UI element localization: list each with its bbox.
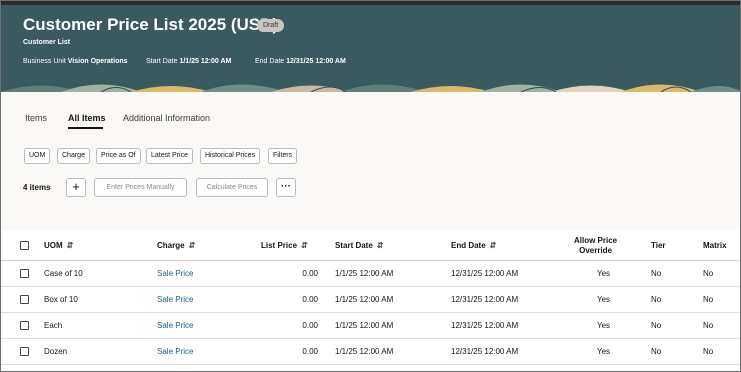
start-date-label: Start Date bbox=[146, 58, 178, 65]
calculate-prices-button[interactable]: Calculate Prices bbox=[196, 178, 268, 197]
allow-override-cell: Yes bbox=[597, 321, 611, 330]
page-subtitle: Customer List bbox=[23, 39, 71, 46]
sort-icon: ⇵ bbox=[188, 241, 196, 250]
column-header-list-price[interactable]: List Price ⇵ bbox=[261, 241, 308, 250]
item-count: 4 items bbox=[23, 183, 51, 192]
charge-link[interactable]: Sale Price bbox=[157, 347, 193, 356]
column-header-end-date[interactable]: End Date ⇵ bbox=[451, 241, 496, 250]
table-row[interactable]: Box of 10 Sale Price 0.00 1/1/25 12:00 A… bbox=[1, 287, 740, 313]
tier-cell: No bbox=[651, 269, 662, 278]
tier-cell: No bbox=[651, 347, 662, 356]
uom-cell: Case of 10 bbox=[44, 269, 83, 278]
tab-additional-information[interactable]: Additional Information bbox=[123, 113, 210, 123]
tier-cell: No bbox=[651, 321, 662, 330]
uom-cell: Dozen bbox=[44, 347, 68, 356]
end-date-cell: 12/31/25 12:00 AM bbox=[451, 295, 519, 304]
banner-leaf-pattern bbox=[1, 77, 740, 92]
matrix-cell: No bbox=[703, 347, 714, 356]
start-date-cell: 1/1/25 12:00 AM bbox=[335, 321, 394, 330]
row-checkbox[interactable] bbox=[20, 347, 29, 356]
allow-override-cell: Yes bbox=[597, 269, 611, 278]
matrix-cell: No bbox=[703, 321, 714, 330]
sort-icon: ⇵ bbox=[376, 241, 384, 250]
filter-filters[interactable]: Filters bbox=[268, 148, 298, 164]
list-price-cell: 0.00 bbox=[302, 295, 318, 304]
start-date-cell: 1/1/25 12:00 AM bbox=[335, 347, 394, 356]
table-row[interactable]: Each Sale Price 0.00 1/1/25 12:00 AM 12/… bbox=[1, 313, 740, 339]
column-header-label: Override bbox=[579, 246, 613, 255]
price-table: UOM ⇵ Charge ⇵ List Price ⇵ Start Date ⇵ End… bbox=[1, 230, 740, 371]
charge-link[interactable]: Sale Price bbox=[157, 321, 193, 330]
matrix-cell: No bbox=[703, 295, 714, 304]
end-date-field: End Date 12/31/25 12:00 AM bbox=[255, 58, 346, 65]
list-price-cell: 0.00 bbox=[302, 321, 318, 330]
uom-cell: Box of 10 bbox=[44, 295, 78, 304]
column-header-label: Allow Price bbox=[574, 236, 618, 245]
table-row[interactable]: Dozen Sale Price 0.00 1/1/25 12:00 AM 12… bbox=[1, 339, 740, 365]
column-header-label: Start Date bbox=[335, 241, 373, 250]
row-checkbox[interactable] bbox=[20, 269, 29, 278]
uom-cell: Each bbox=[44, 321, 63, 330]
column-header-label: UOM bbox=[44, 241, 63, 250]
more-actions-button[interactable]: ··· bbox=[276, 178, 296, 197]
column-header-tier: Tier bbox=[651, 241, 666, 250]
enter-prices-manually-button[interactable]: Enter Prices Manually bbox=[94, 178, 187, 197]
app-frame: Customer Price List 2025 (USD) Draft Cus… bbox=[0, 0, 741, 372]
filter-charge[interactable]: Charge bbox=[57, 148, 90, 164]
start-date-value: 1/1/25 12:00 AM bbox=[179, 58, 232, 65]
business-unit-label: Business Unit bbox=[23, 58, 66, 65]
start-date-cell: 1/1/25 12:00 AM bbox=[335, 295, 394, 304]
column-header-start-date[interactable]: Start Date ⇵ bbox=[335, 241, 384, 250]
column-header-label: End Date bbox=[451, 241, 486, 250]
status-badge: Draft bbox=[257, 19, 285, 32]
row-checkbox[interactable] bbox=[20, 321, 29, 330]
filter-historical-prices[interactable]: Historical Prices bbox=[200, 148, 261, 164]
tab-all-items[interactable]: All Items bbox=[68, 113, 106, 123]
filter-price-as-of[interactable]: Price as Of bbox=[96, 148, 141, 164]
filter-latest-price[interactable]: Latest Price bbox=[146, 148, 193, 164]
end-date-cell: 12/31/25 12:00 AM bbox=[451, 347, 519, 356]
allow-override-cell: Yes bbox=[597, 347, 611, 356]
tier-cell: No bbox=[651, 295, 662, 304]
start-date-field: Start Date 1/1/25 12:00 AM bbox=[146, 58, 231, 65]
business-unit-field: Business Unit Vision Operations bbox=[23, 58, 128, 65]
plus-icon: + bbox=[72, 179, 80, 194]
table-row[interactable]: Case of 10 Sale Price 0.00 1/1/25 12:00 … bbox=[1, 261, 740, 287]
active-tab-indicator bbox=[68, 127, 103, 129]
add-button[interactable]: + bbox=[66, 178, 86, 197]
page-title: Customer Price List 2025 (USD) bbox=[23, 15, 279, 34]
row-checkbox[interactable] bbox=[20, 295, 29, 304]
more-icon: ··· bbox=[281, 181, 291, 192]
top-bar bbox=[1, 1, 740, 5]
select-all-checkbox[interactable] bbox=[20, 241, 29, 250]
end-date-cell: 12/31/25 12:00 AM bbox=[451, 321, 519, 330]
sort-icon: ⇵ bbox=[301, 241, 308, 250]
tab-items[interactable]: Items bbox=[25, 113, 47, 123]
list-price-cell: 0.00 bbox=[302, 347, 318, 356]
list-price-cell: 0.00 bbox=[302, 269, 318, 278]
end-date-label: End Date bbox=[255, 58, 285, 65]
allow-override-cell: Yes bbox=[597, 295, 611, 304]
sort-icon: ⇵ bbox=[489, 241, 497, 250]
page-header: Customer Price List 2025 (USD) Draft Cus… bbox=[1, 1, 740, 92]
start-date-cell: 1/1/25 12:00 AM bbox=[335, 269, 394, 278]
column-header-matrix: Matrix bbox=[703, 241, 727, 250]
column-header-label: List Price bbox=[261, 241, 298, 250]
table-header-row: UOM ⇵ Charge ⇵ List Price ⇵ Start Date ⇵ End… bbox=[1, 230, 740, 261]
business-unit-value: Vision Operations bbox=[67, 58, 128, 65]
column-header-uom[interactable]: UOM ⇵ bbox=[44, 241, 73, 250]
charge-link[interactable]: Sale Price bbox=[157, 269, 193, 278]
column-header-allow-price-override: Allow Price Override bbox=[574, 236, 617, 256]
column-header-charge[interactable]: Charge ⇵ bbox=[157, 241, 195, 250]
end-date-value: 12/31/25 12:00 AM bbox=[286, 58, 346, 65]
filter-uom[interactable]: UOM bbox=[24, 148, 51, 164]
charge-link[interactable]: Sale Price bbox=[157, 295, 193, 304]
column-header-label: Charge bbox=[157, 241, 185, 250]
matrix-cell: No bbox=[703, 269, 714, 278]
sort-icon: ⇵ bbox=[66, 241, 74, 250]
end-date-cell: 12/31/25 12:00 AM bbox=[451, 269, 519, 278]
